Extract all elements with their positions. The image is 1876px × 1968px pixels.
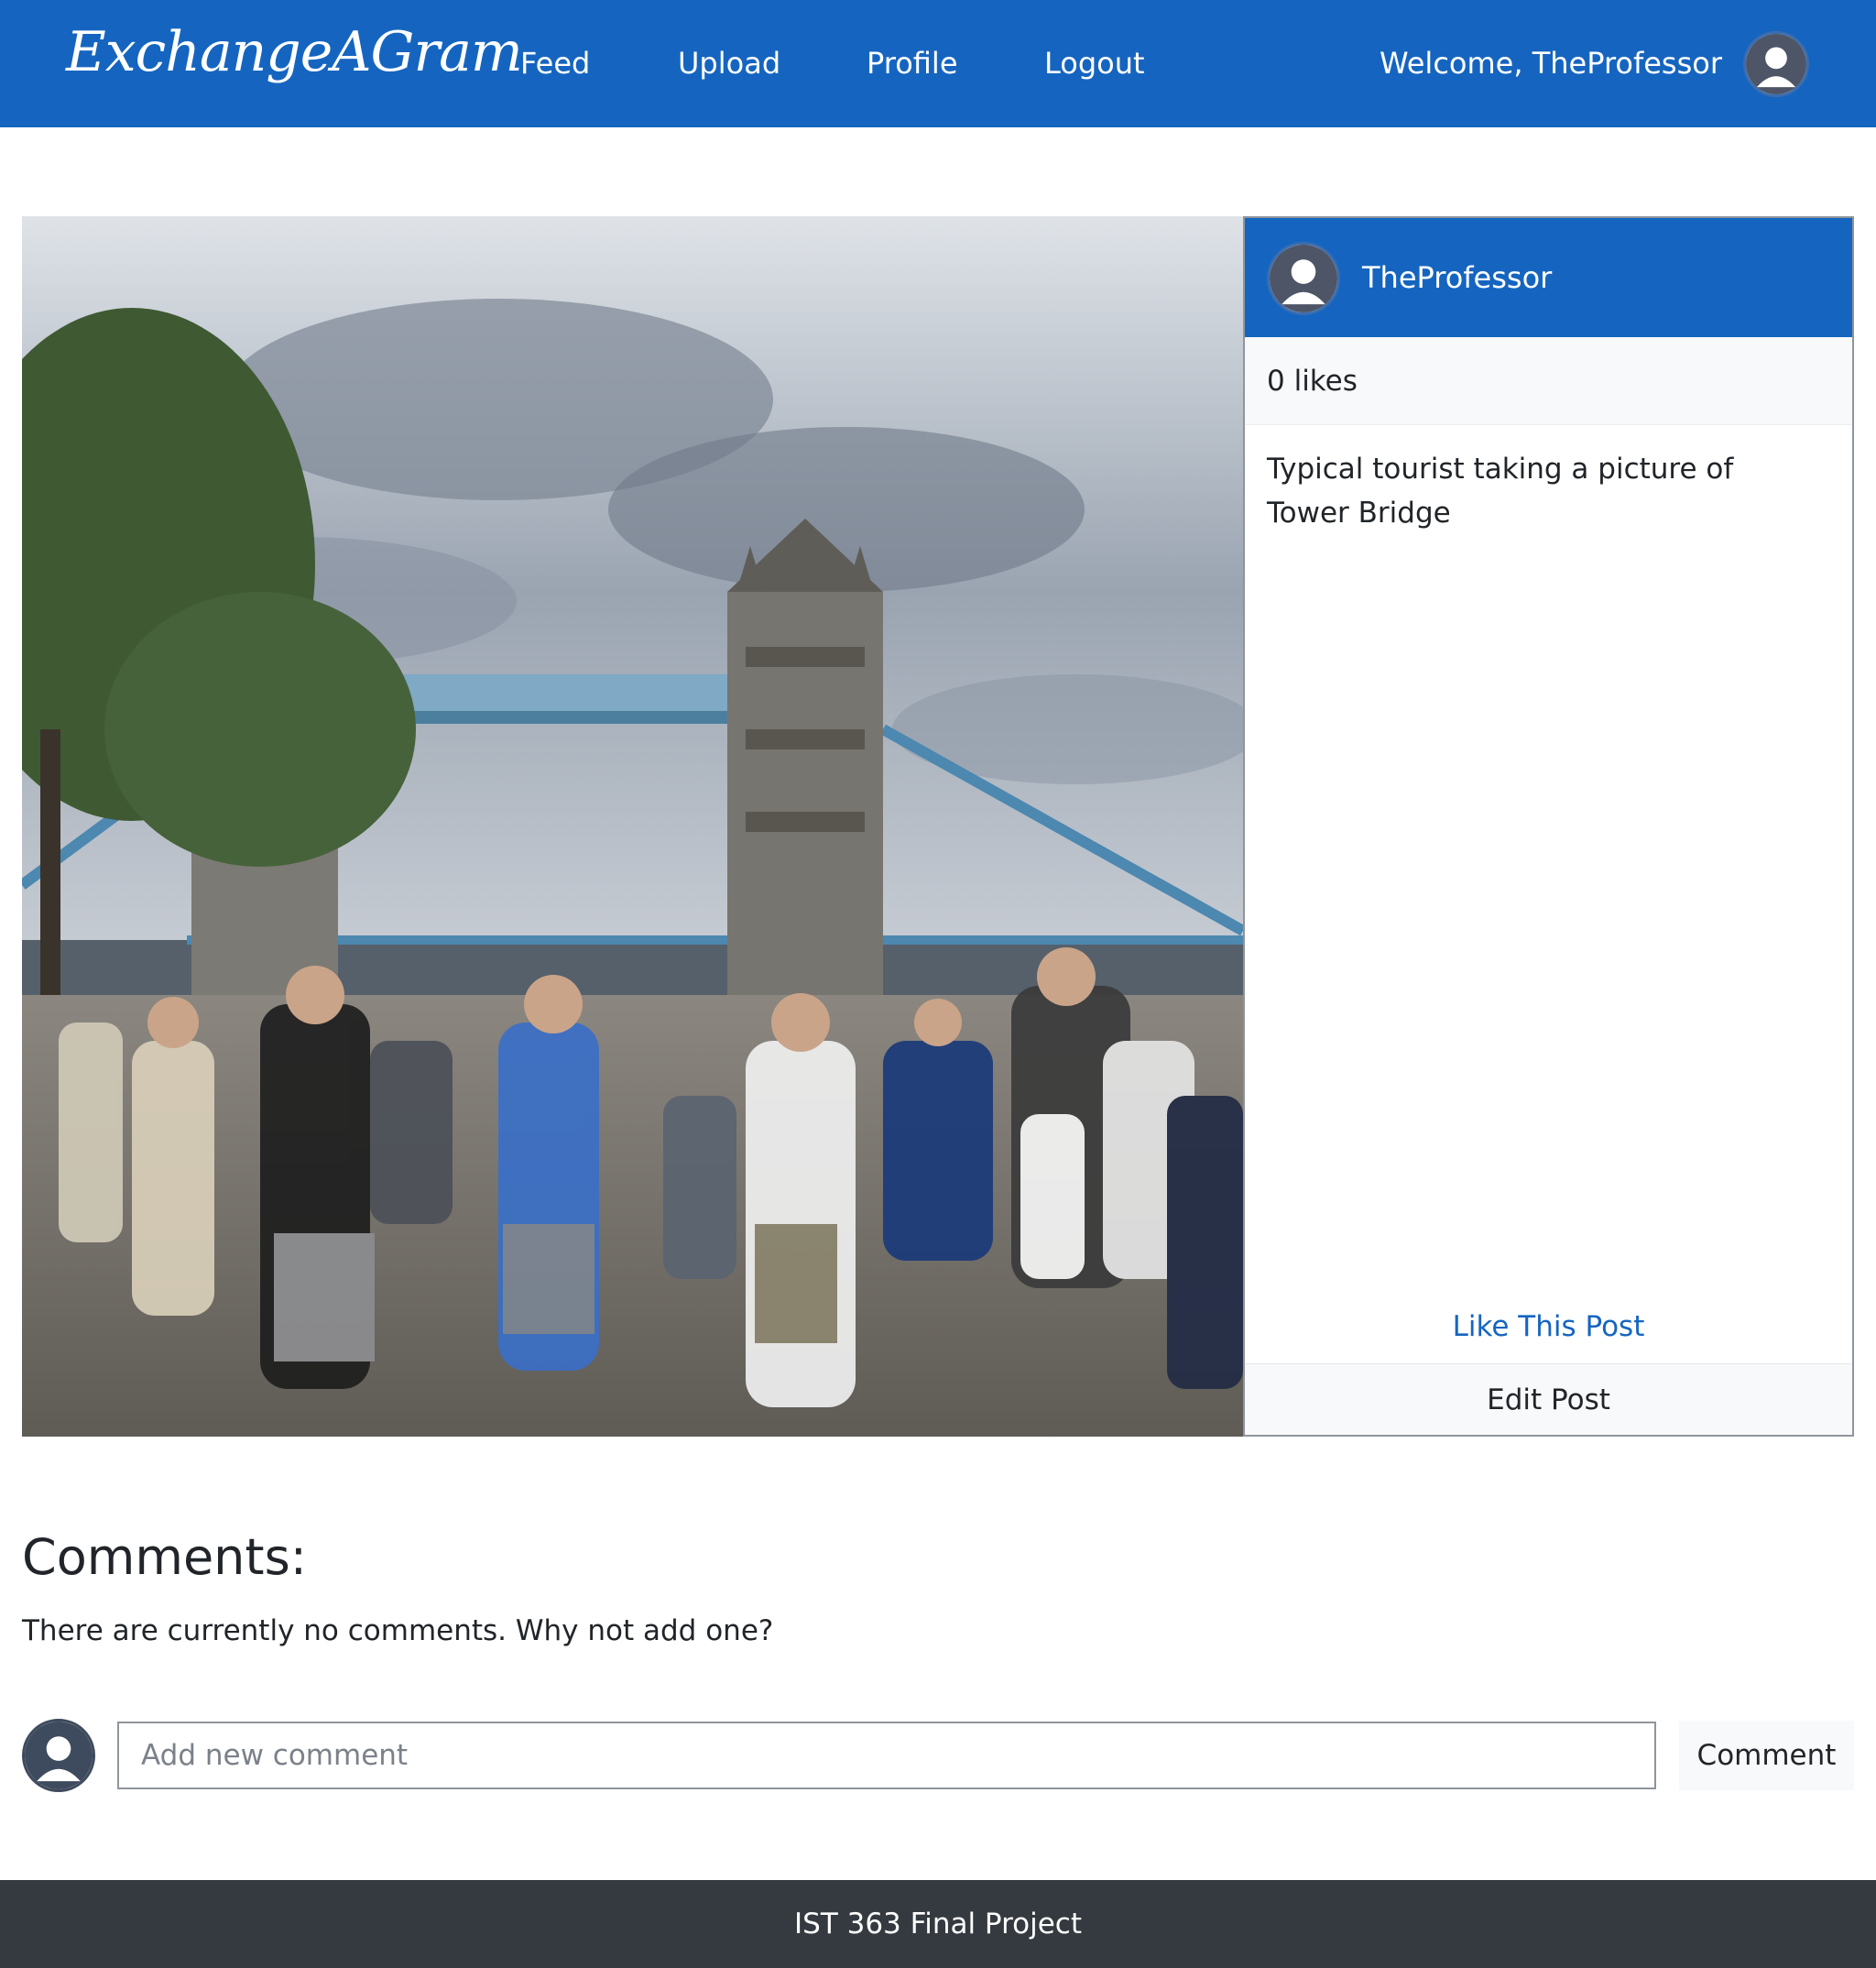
- footer-text: IST 363 Final Project: [794, 1908, 1082, 1941]
- comments-empty-message: There are currently no comments. Why not…: [22, 1614, 774, 1647]
- welcome-text: Welcome, TheProfessor: [1379, 46, 1722, 81]
- author-avatar-icon[interactable]: [1267, 242, 1340, 315]
- navbar: ExchangeAGram Feed Upload Profile Logout…: [0, 0, 1876, 127]
- post-caption: Typical tourist taking a picture of Towe…: [1267, 453, 1734, 530]
- nav-link-feed[interactable]: Feed: [520, 46, 590, 81]
- nav-link-logout[interactable]: Logout: [1044, 46, 1145, 81]
- post-card: TheProfessor 0 likes Typical tourist tak…: [1243, 216, 1854, 1437]
- likes-row: 0 likes: [1245, 337, 1852, 425]
- likes-count: 0 likes: [1267, 365, 1358, 398]
- edit-post-button[interactable]: Edit Post: [1245, 1363, 1852, 1435]
- comments-heading: Comments:: [22, 1528, 307, 1586]
- user-avatar-icon[interactable]: [1743, 31, 1809, 97]
- post-card-header: TheProfessor: [1245, 218, 1852, 337]
- brand-logo[interactable]: ExchangeAGram: [66, 20, 523, 84]
- commenter-avatar-icon: [22, 1719, 95, 1792]
- nav-link-upload[interactable]: Upload: [678, 46, 780, 81]
- comment-input[interactable]: [117, 1722, 1656, 1789]
- comment-submit-button[interactable]: Comment: [1679, 1721, 1854, 1790]
- footer: IST 363 Final Project: [0, 1880, 1876, 1968]
- post-author-name[interactable]: TheProfessor: [1362, 260, 1552, 295]
- like-post-link[interactable]: Like This Post: [1245, 1310, 1852, 1343]
- nav-link-profile[interactable]: Profile: [867, 46, 958, 81]
- post-image: [22, 216, 1243, 1437]
